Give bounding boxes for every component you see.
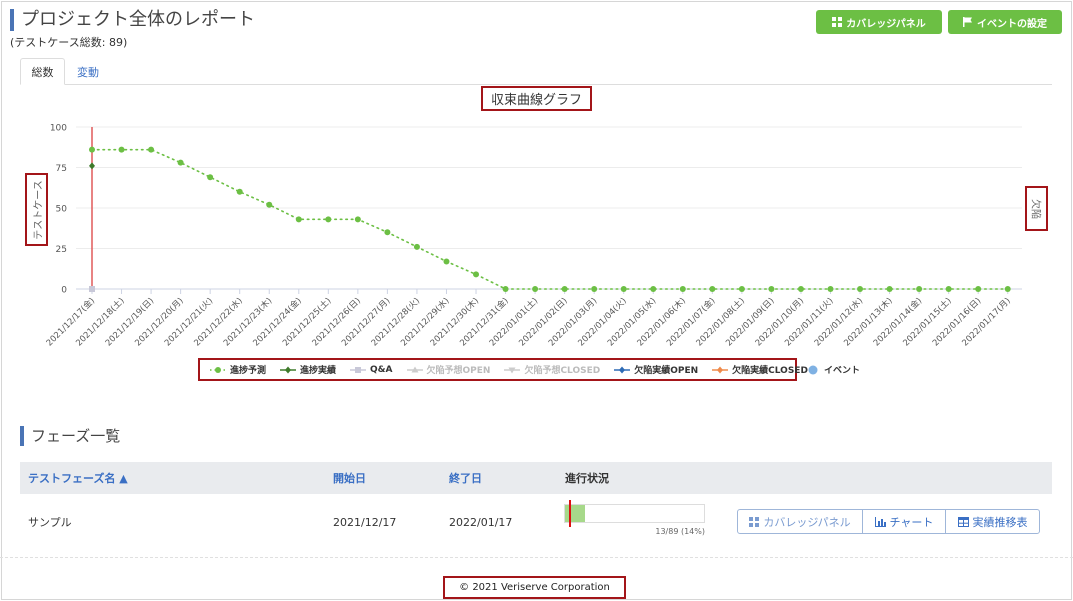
forecast-point: [1004, 286, 1011, 292]
forecast-point: [650, 286, 657, 292]
forecast-point: [266, 201, 273, 208]
phase-coverage-button[interactable]: カバレッジパネル: [737, 509, 863, 534]
phase-chart-button[interactable]: チャート: [862, 509, 946, 534]
forecast-point: [561, 286, 568, 292]
convergence-chart: 02550751002021/12/17(金)2021/12/18(土)2021…: [44, 124, 1022, 348]
event-dot-icon: [808, 365, 818, 374]
legend-item[interactable]: 進捗予測: [210, 363, 266, 376]
forecast-point: [916, 286, 923, 292]
forecast-point: [975, 286, 982, 292]
chart-legend: 進捗予測 進捗実績 Q&A 欠陥予想OPEN 欠陥予想CLOSED 欠陥実績OPEN 欠陥実…: [198, 358, 808, 381]
phase-chart-label: チャート: [889, 515, 934, 529]
legend-label: Q&A: [370, 364, 393, 375]
y-tick-label: 0: [61, 286, 67, 296]
qa-point: [89, 286, 95, 292]
table-icon: [957, 516, 969, 527]
legend-marker-icon: [406, 366, 423, 372]
legend-marker-icon: [614, 366, 631, 373]
forecast-point: [857, 286, 864, 292]
footer-divider: [0, 557, 1073, 558]
forecast-point: [827, 286, 834, 292]
grid-icon: [749, 516, 760, 527]
legend-label: 欠陥実績OPEN: [634, 366, 699, 376]
forecast-point: [295, 216, 302, 223]
forecast-point: [473, 271, 480, 278]
forecast-point: [177, 159, 184, 166]
progress-text: 13/89 (14%): [655, 527, 705, 536]
footer-copyright: © 2021 Veriserve Corporation: [443, 576, 626, 599]
forecast-point: [354, 216, 361, 223]
forecast-point: [679, 286, 686, 292]
y-tick-label: 50: [56, 205, 68, 215]
forecast-point: [118, 146, 125, 153]
legend-item[interactable]: 欠陥予想OPEN: [406, 363, 491, 376]
progress-bar: [564, 504, 705, 523]
bar-chart-icon: [874, 516, 886, 527]
column-phase-name[interactable]: テストフェーズ名 ▲: [28, 462, 128, 494]
progress-today-marker: [569, 500, 571, 527]
legend-marker-icon: [280, 366, 297, 373]
y-tick-label: 25: [56, 245, 67, 255]
forecast-point: [325, 216, 332, 223]
legend-label: 進捗予測: [230, 366, 267, 376]
forecast-point: [443, 258, 450, 265]
legend-item[interactable]: 欠陥予想CLOSED: [504, 363, 600, 376]
forecast-point: [207, 174, 214, 181]
legend-label: 進捗実績: [300, 366, 337, 376]
phase-end-date: 2022/01/17: [449, 515, 513, 529]
forecast-point: [532, 286, 539, 292]
actual-point: [89, 162, 95, 170]
phase-coverage-label: カバレッジパネル: [763, 515, 851, 529]
forecast-point: [591, 286, 598, 292]
legend-item[interactable]: Q&A: [350, 364, 393, 375]
series-line-forecast: [91, 148, 1009, 290]
forecast-point: [620, 286, 627, 292]
y-axis-label-box: テストケース: [25, 173, 48, 246]
forecast-point: [384, 229, 391, 236]
forecast-point: [148, 146, 155, 153]
column-progress: 進行状況: [565, 472, 609, 485]
legend-label: 欠陥予想CLOSED: [524, 366, 601, 376]
forecast-point: [797, 286, 804, 292]
forecast-point: [886, 286, 893, 292]
phase-list-title: フェーズ一覧: [20, 426, 120, 446]
legend-label: 欠陥予想OPEN: [426, 366, 491, 376]
legend-marker-icon: [210, 366, 226, 373]
forecast-point: [236, 188, 243, 195]
phase-trend-table-button[interactable]: 実績推移表: [945, 509, 1040, 534]
y2-axis-label: 欠陥: [1029, 198, 1040, 219]
phase-action-buttons: カバレッジパネル チャート 実績推移表: [737, 509, 1040, 534]
legend-marker-icon: [350, 366, 367, 373]
legend-marker-icon: [504, 367, 521, 373]
phase-trend-label: 実績推移表: [972, 515, 1028, 529]
y-axis-label: テストケース: [33, 179, 44, 240]
forecast-point: [413, 243, 420, 250]
y-tick-label: 100: [50, 124, 67, 134]
forecast-point: [768, 286, 775, 292]
phase-table-header: テストフェーズ名 ▲ 開始日 終了日 進行状況: [20, 462, 1052, 494]
legend-item[interactable]: 欠陥実績OPEN: [614, 363, 698, 376]
phase-start-date: 2021/12/17: [333, 515, 397, 529]
forecast-point: [89, 146, 95, 153]
column-start-date[interactable]: 開始日: [333, 462, 366, 494]
legend-item[interactable]: 進捗実績: [280, 363, 336, 376]
legend-item[interactable]: 欠陥実績CLOSED: [712, 363, 808, 376]
chart-title: 収束曲線グラフ: [481, 86, 592, 111]
column-end-date[interactable]: 終了日: [449, 462, 482, 494]
legend-marker-icon: [712, 366, 729, 373]
forecast-point: [502, 286, 509, 292]
forecast-point: [945, 286, 952, 292]
phase-name: サンプル: [28, 516, 72, 529]
y2-axis-label-box: 欠陥: [1025, 186, 1048, 231]
forecast-point: [709, 286, 716, 292]
legend-event-label: イベント: [824, 366, 861, 376]
legend-item-event[interactable]: イベント: [808, 363, 860, 376]
legend-label: 欠陥実績CLOSED: [732, 366, 808, 376]
y-tick-label: 75: [56, 164, 67, 174]
forecast-point: [738, 286, 745, 292]
